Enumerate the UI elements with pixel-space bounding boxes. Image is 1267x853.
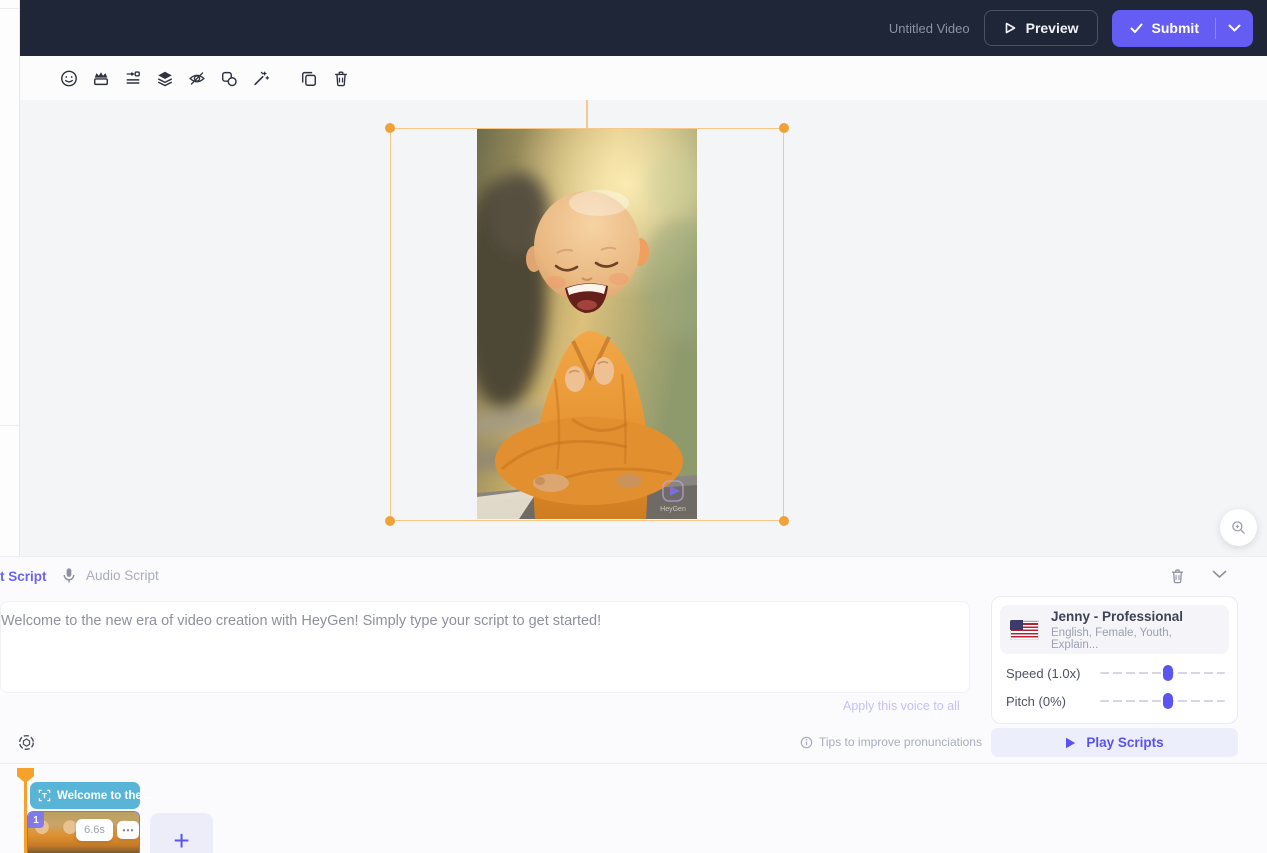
us-flag-icon <box>1010 620 1039 640</box>
speed-slider[interactable] <box>1100 672 1225 674</box>
pronunciation-tips-link[interactable]: Tips to improve pronunciations <box>800 735 982 749</box>
scene-number-badge: 1 <box>28 812 44 828</box>
canvas-zoom-button[interactable] <box>1220 509 1257 546</box>
hide-icon[interactable] <box>188 69 206 87</box>
magic-wand-icon[interactable] <box>252 69 270 87</box>
text-select-icon <box>38 789 51 802</box>
tab-text-script[interactable]: t Script <box>0 569 47 584</box>
info-icon <box>800 736 813 749</box>
playhead-line <box>24 781 27 853</box>
chevron-down-icon <box>1228 24 1241 32</box>
play-icon <box>1065 737 1076 749</box>
pitch-slider-row: Pitch (0%) <box>1006 692 1225 710</box>
submit-button-group: Submit <box>1112 10 1253 47</box>
voice-name: Jenny - Professional <box>1051 609 1219 624</box>
copy-icon[interactable] <box>300 69 318 87</box>
timeline-divider <box>0 763 1267 764</box>
emoji-icon[interactable] <box>60 69 78 87</box>
pitch-slider[interactable] <box>1100 700 1225 702</box>
voice-selector[interactable]: Jenny - Professional English, Female, Yo… <box>1000 605 1229 654</box>
delete-script-icon[interactable] <box>1169 567 1186 585</box>
submit-label: Submit <box>1152 20 1199 36</box>
sidebar-divider <box>0 8 19 9</box>
shapes-icon[interactable] <box>220 69 238 87</box>
script-panel: t Script Audio Script Welcome to the new… <box>0 556 1267 853</box>
add-scene-button[interactable]: + <box>150 813 213 853</box>
tips-label: Tips to improve pronunciations <box>819 735 982 749</box>
microphone-icon <box>62 567 76 584</box>
apply-voice-to-all-link[interactable]: Apply this voice to all <box>843 699 960 713</box>
script-text: Welcome to the new era of video creation… <box>1 611 955 631</box>
preview-label: Preview <box>1026 20 1079 36</box>
speed-slider-handle[interactable] <box>1163 665 1173 681</box>
clip-more-button[interactable]: ⋯ <box>117 821 139 839</box>
selection-handle-bottom-left[interactable] <box>385 516 395 526</box>
script-text-input[interactable]: Welcome to the new era of video creation… <box>0 601 970 693</box>
speed-slider-row: Speed (1.0x) <box>1006 664 1225 682</box>
preview-button[interactable]: Preview <box>984 10 1098 46</box>
object-toolbar <box>20 56 1267 100</box>
adjust-icon[interactable] <box>124 69 142 87</box>
sidebar-edge <box>0 0 20 556</box>
submit-dropdown-button[interactable] <box>1216 10 1253 47</box>
selection-handle-top-left[interactable] <box>385 123 395 133</box>
play-outline-icon <box>1003 21 1017 35</box>
sidebar-divider <box>0 425 19 426</box>
play-scripts-button[interactable]: Play Scripts <box>991 728 1238 757</box>
video-title[interactable]: Untitled Video <box>889 21 970 36</box>
pitch-label: Pitch (0%) <box>1006 694 1100 709</box>
collapse-panel-icon[interactable] <box>1212 570 1227 579</box>
selection-bounding-box[interactable] <box>390 128 784 521</box>
avatar-icon[interactable] <box>92 69 110 87</box>
layers-icon[interactable] <box>156 69 174 87</box>
selection-handle-top-right[interactable] <box>779 123 789 133</box>
delete-icon[interactable] <box>332 69 350 87</box>
speed-label: Speed (1.0x) <box>1006 666 1100 681</box>
play-scripts-label: Play Scripts <box>1086 735 1163 750</box>
tab-audio-script-label: Audio Script <box>86 568 159 583</box>
tab-audio-script[interactable]: Audio Script <box>62 567 159 584</box>
top-navbar: Untitled Video Preview Submit <box>20 0 1267 56</box>
timeline-script-clip[interactable]: Welcome to the... <box>30 782 140 809</box>
clip-duration-badge: 6.6s <box>76 819 113 841</box>
selection-handle-bottom-right[interactable] <box>779 516 789 526</box>
gpt-script-icon[interactable] <box>17 733 36 752</box>
timeline-script-clip-label: Welcome to the... <box>57 790 151 802</box>
submit-button[interactable]: Submit <box>1112 10 1215 47</box>
selection-rotate-stem <box>586 100 588 129</box>
magnifier-icon <box>1231 520 1246 535</box>
timeline-video-clip[interactable]: 1 6.6s ⋯ <box>27 811 140 853</box>
app-window: Untitled Video Preview Submit <box>0 0 1267 853</box>
voice-settings-card: Jenny - Professional English, Female, Yo… <box>991 596 1238 724</box>
script-tabs: t Script Audio Script <box>0 565 1267 591</box>
check-icon <box>1130 23 1143 34</box>
voice-tags: English, Female, Youth, Explain... <box>1051 627 1219 651</box>
pitch-slider-handle[interactable] <box>1163 693 1173 709</box>
